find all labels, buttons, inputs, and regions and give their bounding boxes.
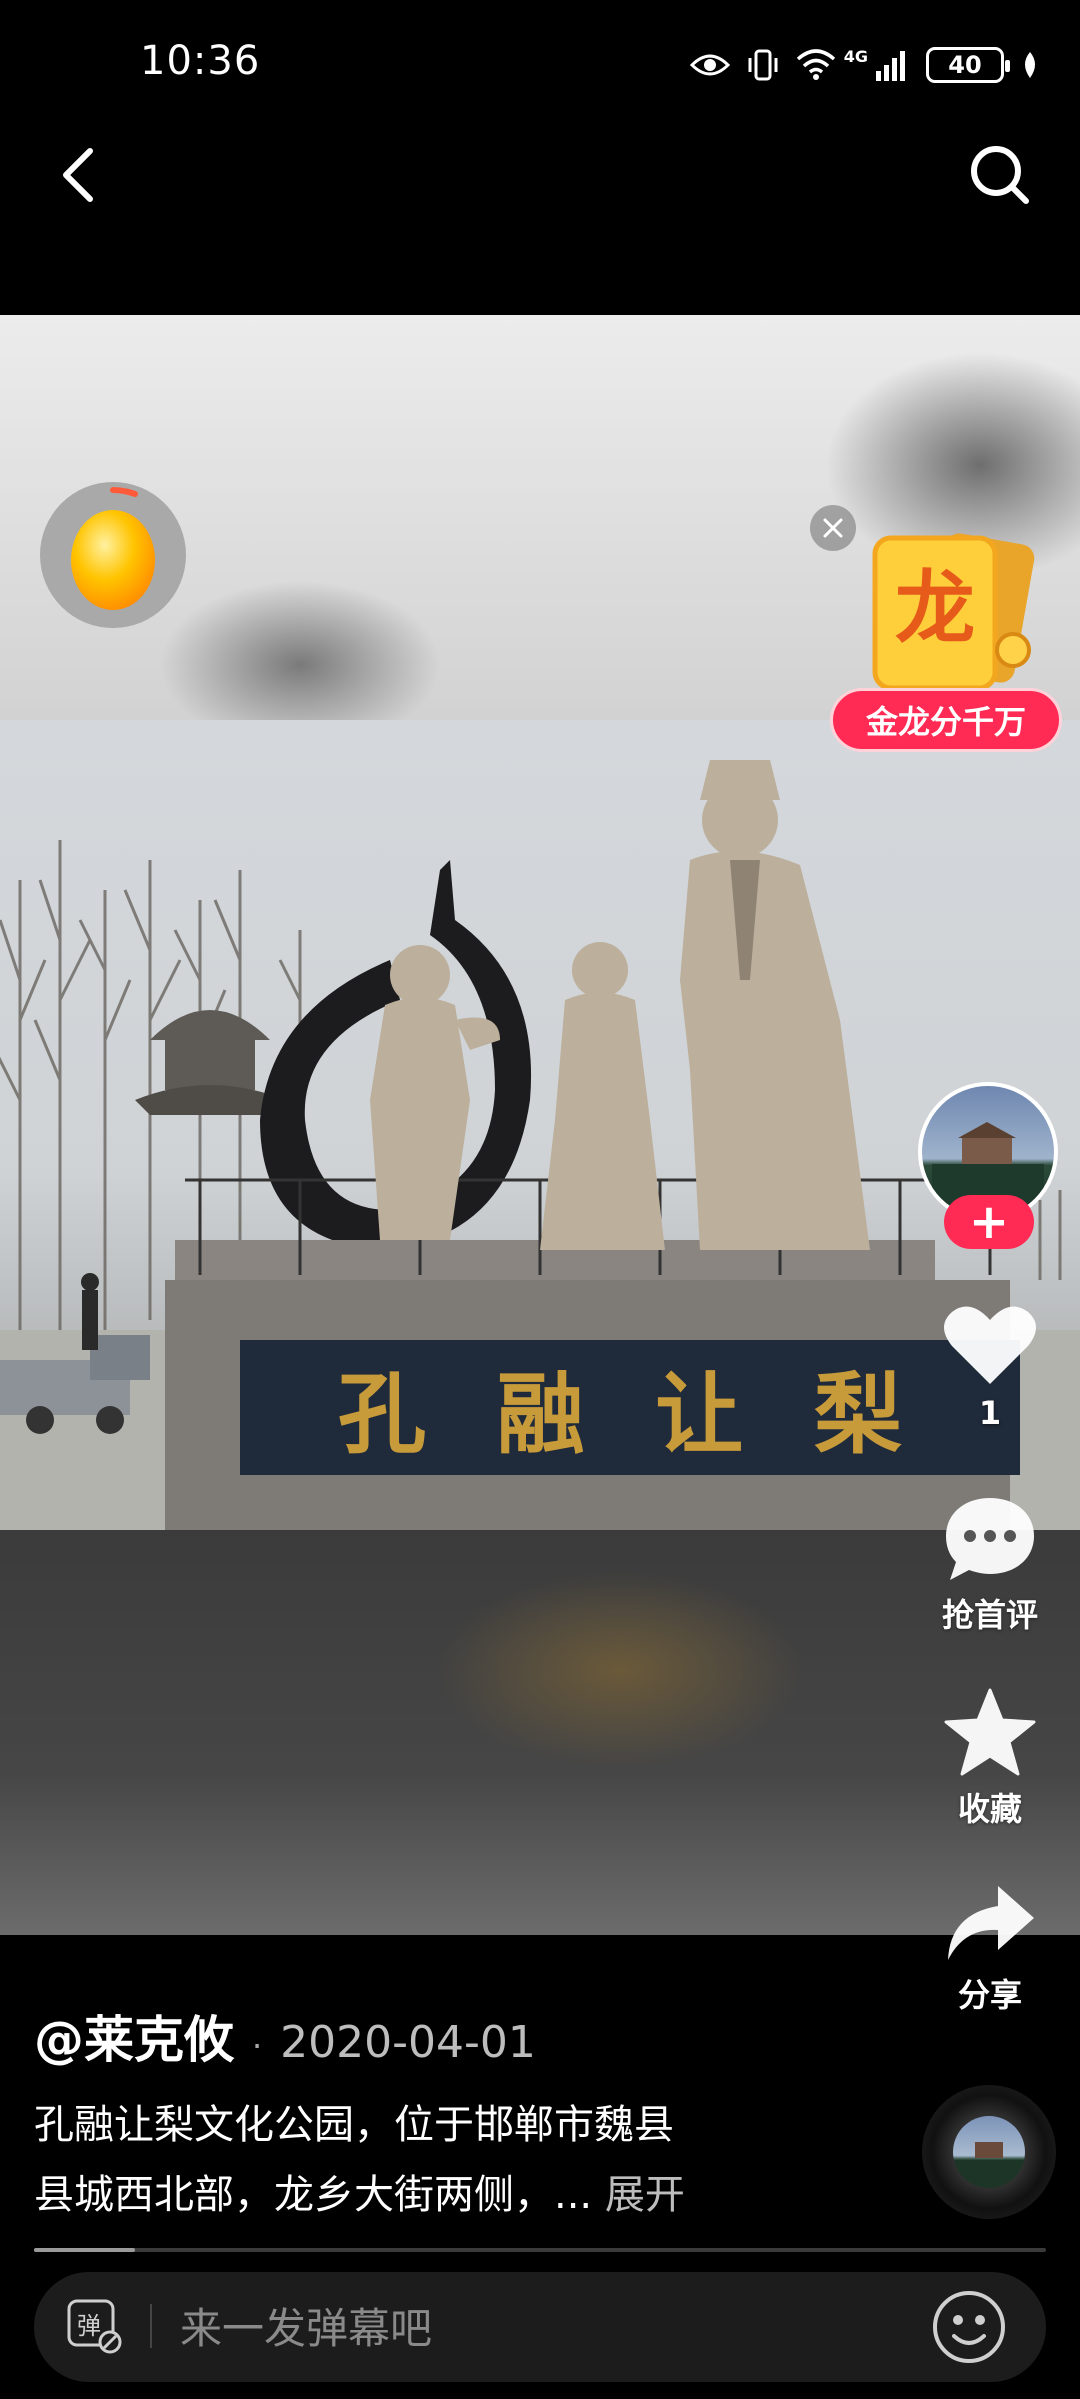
video-progress-track[interactable]	[34, 2248, 1046, 2252]
search-button[interactable]	[960, 135, 1040, 215]
signal-icon	[876, 51, 905, 81]
music-cover-image	[953, 2116, 1025, 2188]
status-time: 10:36	[140, 38, 261, 84]
music-cover-art	[953, 2142, 1025, 2188]
dragon-card-icon: 龙	[872, 533, 1035, 691]
plaque-text: 孔 融 让 梨	[338, 1362, 922, 1466]
danmaku-divider	[150, 2304, 152, 2348]
star-icon	[944, 1688, 1036, 1776]
back-button[interactable]	[50, 135, 110, 215]
favorite-label: 收藏	[957, 1790, 1022, 1828]
promo-close-button[interactable]	[810, 505, 856, 551]
post-date: 2020-04-01	[280, 2017, 536, 2068]
golden-egg-icon	[71, 487, 155, 610]
share-label: 分享	[957, 1976, 1022, 2014]
favorite-button[interactable]: 收藏	[920, 1686, 1060, 1830]
emoji-icon	[933, 2291, 1005, 2363]
battery-icon: 40	[926, 47, 1010, 83]
close-icon	[823, 518, 843, 538]
video-progress-fill	[34, 2248, 136, 2252]
danmaku-toggle-button[interactable]: 弹	[66, 2298, 122, 2354]
search-icon	[971, 146, 1029, 204]
like-button[interactable]: 1	[920, 1300, 1060, 1432]
post-description[interactable]: 孔融让梨文化公园，位于邯郸市魏县 县城西北部，龙乡大街两侧，... 展开	[34, 2090, 774, 2230]
author-name[interactable]: @莱克攸	[34, 2000, 234, 2072]
dragon-card-char: 龙	[895, 562, 975, 655]
share-button[interactable]: 分享	[920, 1880, 1060, 2016]
description-line-1: 孔融让梨文化公园，位于邯郸市魏县	[34, 2102, 674, 2148]
separator-dot: ·	[252, 2027, 263, 2065]
follow-button[interactable]: +	[944, 1195, 1034, 1249]
network-type: 4G	[843, 46, 868, 66]
description-ellipsis: ...	[554, 2172, 593, 2218]
statue-scene-image: 孔 融 让 梨	[0, 760, 1080, 1530]
video-frame[interactable]: 孔 融 让 梨	[0, 720, 1080, 1530]
danmaku-input[interactable]	[178, 2296, 882, 2360]
video-blur-bottom	[0, 1530, 1080, 1935]
author-row: @莱克攸 · 2020-04-01	[34, 2000, 536, 2072]
like-count: 1	[978, 1394, 1002, 1432]
expand-link[interactable]: 展开	[605, 2172, 685, 2218]
leaf-icon	[1025, 52, 1035, 78]
description-line-2-text: 县城西北部，龙乡大街两侧，	[34, 2172, 554, 2218]
comment-label: 抢首评	[941, 1596, 1038, 1634]
status-icons: 4G 40	[689, 40, 1040, 90]
battery-level: 40	[948, 51, 982, 79]
danmaku-icon: 弹	[67, 2299, 122, 2354]
emoji-button[interactable]	[932, 2290, 1006, 2364]
comment-icon	[946, 1498, 1034, 1580]
share-arrow-icon	[948, 1886, 1034, 1960]
danmaku-icon-char: 弹	[77, 2312, 101, 2340]
wifi-icon	[796, 49, 835, 80]
heart-icon	[944, 1306, 1036, 1384]
comment-button[interactable]: 抢首评	[920, 1492, 1060, 1636]
description-line-2: 县城西北部，龙乡大街两侧，... 展开	[34, 2160, 774, 2230]
reward-egg-badge[interactable]	[40, 482, 186, 628]
vibrate-icon	[748, 49, 778, 81]
dragon-promo-label[interactable]: 金龙分千万	[830, 688, 1062, 752]
chevron-left-icon	[63, 148, 93, 202]
eye-icon	[689, 54, 730, 76]
